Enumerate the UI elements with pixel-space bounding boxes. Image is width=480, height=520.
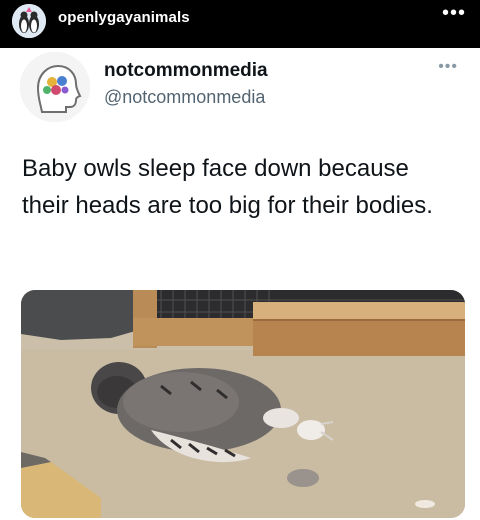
head-profile-avatar-icon[interactable] [20, 52, 90, 122]
penguins-avatar-icon[interactable] [12, 4, 46, 38]
tweet-text: Baby owls sleep face down because their … [22, 155, 433, 219]
account-handle[interactable]: openlygayanimals [58, 9, 190, 26]
top-bar: openlygayanimals ••• [0, 0, 480, 48]
display-name[interactable]: notcommonmedia [104, 60, 268, 82]
sleeping-owl-photo[interactable] [21, 290, 465, 518]
more-horizontal-icon[interactable]: ••• [438, 58, 458, 76]
username[interactable]: @notcommonmedia [104, 87, 265, 108]
more-horizontal-icon[interactable]: ••• [442, 2, 466, 25]
